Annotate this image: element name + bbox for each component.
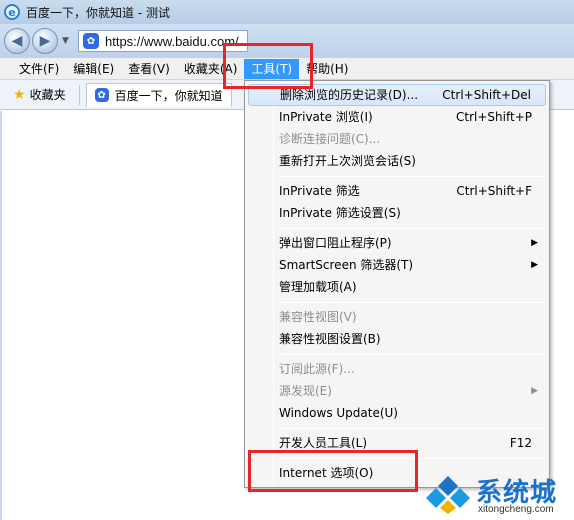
xitongcheng-logo-icon [426,476,470,514]
menu-item-shortcut: Ctrl+Shift+P [456,110,532,124]
menu-item-label: 开发人员工具(L) [279,436,368,450]
history-dropdown-icon[interactable]: ▼ [62,36,74,46]
favorites-label: 收藏夹 [29,88,66,102]
browser-tab[interactable]: ✿ 百度一下，你就知道 [85,82,232,107]
menu-separator [277,302,545,303]
menu-item-shortcut: Ctrl+Shift+F [456,184,532,198]
url-text[interactable]: https://www.baidu.com/ [105,34,239,49]
title-bar: e 百度一下，你就知道 - 测试 [0,0,574,24]
menu-item-shortcut: Ctrl+Shift+Del [442,88,531,102]
menu-item-label: 弹出窗口阻止程序(P) [279,236,392,250]
tab-title: 百度一下，你就知道 [114,88,223,103]
menu-separator [277,428,545,429]
menu-item-reopen-session[interactable]: 重新打开上次浏览会话(S) [248,150,546,172]
menu-item-feed-discovery: 源发现(E) ▶ [248,380,546,402]
separator [78,84,80,105]
menu-item-shortcut: F12 [509,436,532,450]
watermark-site: xitongcheng.com [478,504,554,515]
menu-item-label: 重新打开上次浏览会话(S) [279,154,416,168]
window-title: 百度一下，你就知道 - 测试 [26,5,170,20]
menu-item-label: 源发现(E) [279,384,332,398]
menu-item-compat-view: 兼容性视图(V) [248,306,546,328]
menu-item-compat-view-settings[interactable]: 兼容性视图设置(B) [248,328,546,350]
menu-item-label: 删除浏览的历史记录(D)... [280,88,419,102]
menu-separator [277,228,545,229]
menu-edit[interactable]: 编辑(E) [66,59,121,79]
menu-separator [277,176,545,177]
menu-item-label: 订阅此源(F)... [279,362,355,376]
star-icon: ★ [13,86,26,103]
menu-item-label: SmartScreen 筛选器(T) [279,258,414,272]
menu-item-label: 诊断连接问题(C)... [279,132,381,146]
favorites-button[interactable]: ★ 收藏夹 [6,84,73,106]
submenu-arrow-icon: ▶ [531,260,538,270]
baidu-paw-icon: ✿ [83,33,99,49]
submenu-arrow-icon: ▶ [531,386,538,396]
baidu-paw-icon: ✿ [94,88,109,102]
menu-item-inprivate-browse[interactable]: InPrivate 浏览(I) Ctrl+Shift+P [248,106,546,128]
menu-item-label: InPrivate 浏览(I) [279,110,373,124]
tools-menu: 删除浏览的历史记录(D)... Ctrl+Shift+Del InPrivate… [244,80,550,488]
menu-item-label: InPrivate 筛选 [279,184,360,198]
annotation-box-tools-menu [223,43,313,89]
menu-item-subscribe-feed: 订阅此源(F)... [248,358,546,380]
annotation-box-internet-options [248,450,418,492]
menu-item-manage-addons[interactable]: 管理加载项(A) [248,276,546,298]
menu-item-inprivate-filter[interactable]: InPrivate 筛选 Ctrl+Shift+F [248,180,546,202]
menu-file[interactable]: 文件(F) [12,59,66,79]
menu-item-label: InPrivate 筛选设置(S) [279,206,401,220]
menu-item-popup-blocker[interactable]: 弹出窗口阻止程序(P) ▶ [248,232,546,254]
submenu-arrow-icon: ▶ [531,238,538,248]
menu-view[interactable]: 查看(V) [121,59,177,79]
menu-item-label: Windows Update(U) [279,406,398,420]
menu-item-label: 兼容性视图设置(B) [279,332,381,346]
menu-item-smartscreen[interactable]: SmartScreen 筛选器(T) ▶ [248,254,546,276]
ie-logo-icon: e [4,4,20,20]
menu-item-label: 兼容性视图(V) [279,310,357,324]
menu-separator [277,354,545,355]
forward-button[interactable]: ▶ [32,28,58,54]
back-button[interactable]: ◀ [4,28,30,54]
menu-item-inprivate-filter-settings[interactable]: InPrivate 筛选设置(S) [248,202,546,224]
watermark: 系统城 xitongcheng.com [424,470,574,520]
menu-item-windows-update[interactable]: Windows Update(U) [248,402,546,424]
menu-item-label: 管理加载项(A) [279,280,357,294]
menu-item-diagnose: 诊断连接问题(C)... [248,128,546,150]
